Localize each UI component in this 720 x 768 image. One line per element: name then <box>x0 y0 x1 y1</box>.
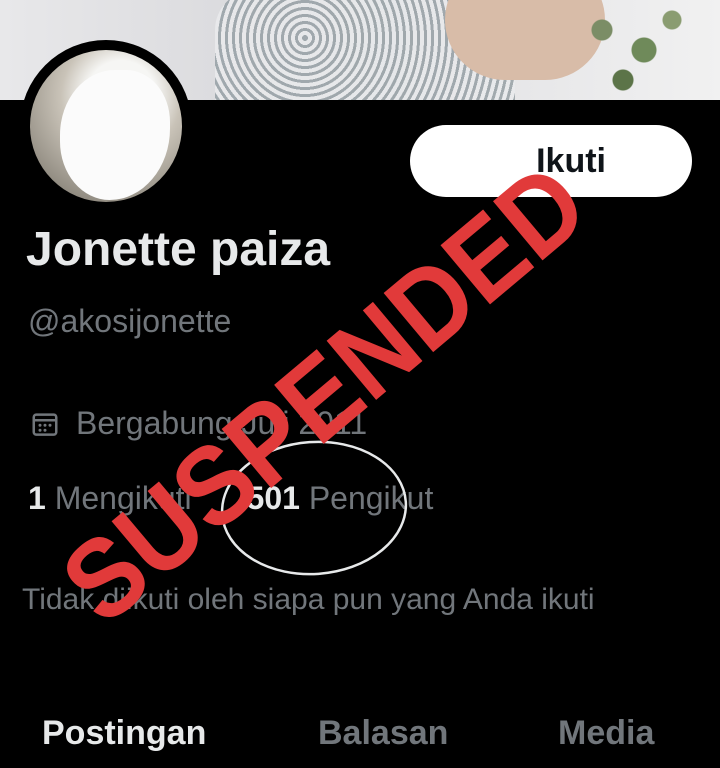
user-handle: @akosijonette <box>28 303 232 339</box>
follow-button[interactable]: Ikuti <box>410 125 692 197</box>
following-count-link[interactable]: 1 Mengikuti <box>28 480 192 517</box>
avatar[interactable] <box>20 40 192 212</box>
following-count: 1 <box>28 480 46 516</box>
avatar-blur <box>60 70 170 200</box>
followers-label: Pengikut <box>308 480 434 516</box>
follow-stats: 1 Mengikuti 501 Pengikut <box>28 480 433 517</box>
suspended-stamp: SUSPENDED <box>39 140 610 647</box>
profile-tabs: Postingan Balasan Media <box>0 700 720 768</box>
followers-count-link[interactable]: 501 Pengikut <box>247 480 434 517</box>
calendar-icon <box>32 412 58 436</box>
avatar-image <box>30 50 182 202</box>
followers-count: 501 <box>246 480 300 516</box>
mutual-followers-note: Tidak diikuti oleh siapa pun yang Anda i… <box>22 583 595 616</box>
banner-photo-plant <box>560 0 700 100</box>
joined-date: Bergabung Juli 2011 <box>30 405 367 442</box>
joined-label: Bergabung Juli 2011 <box>76 405 368 441</box>
tab-media[interactable]: Media <box>558 714 654 753</box>
tab-postingan[interactable]: Postingan <box>42 714 206 753</box>
display-name: Jonette paiza <box>26 223 331 276</box>
following-label: Mengikuti <box>54 480 192 516</box>
tab-balasan[interactable]: Balasan <box>318 714 448 753</box>
